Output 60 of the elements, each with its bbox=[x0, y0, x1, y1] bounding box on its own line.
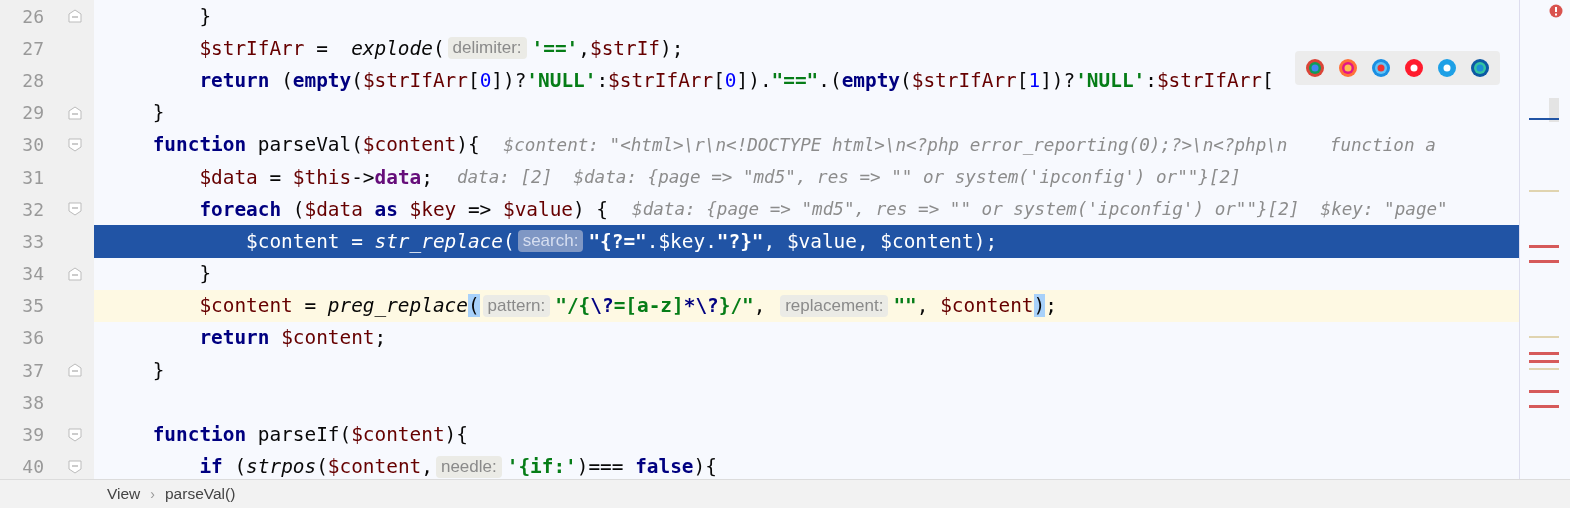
fold-icon[interactable] bbox=[68, 427, 82, 442]
line-number: 37 bbox=[21, 359, 44, 381]
code-text: '==',$strIf); bbox=[531, 36, 684, 60]
error-icon[interactable] bbox=[1549, 4, 1563, 18]
parameter-hint: delimiter: bbox=[447, 37, 527, 60]
code-text: foreach ($data as $key => $value) { bbox=[198, 197, 609, 221]
code-text: "", $content); bbox=[893, 294, 1057, 318]
line-number: 27 bbox=[21, 37, 44, 59]
breadcrumb[interactable]: View bbox=[107, 485, 141, 504]
code-text: function parseIf($content){ bbox=[151, 423, 468, 447]
debug-value: data: [2] $data: {page => "md5", res => "" or system('ipconfig') or""}[2] bbox=[456, 167, 1241, 188]
code-text: return (empty($strIfArr[0])?'NULL':$strIfArr[0])."==".(empty($strIfArr[1])?'NULL':$strIfArr[ bbox=[198, 68, 1274, 92]
line-number: 39 bbox=[21, 424, 44, 446]
line-number: 34 bbox=[21, 263, 44, 285]
fold-icon[interactable] bbox=[68, 9, 82, 24]
line-number: 40 bbox=[21, 456, 44, 478]
browser-icon[interactable] bbox=[1404, 58, 1424, 78]
parameter-hint: replacement: bbox=[780, 294, 889, 317]
code-text: } bbox=[198, 4, 212, 28]
line-number: 32 bbox=[21, 198, 44, 220]
fold-icon[interactable] bbox=[68, 105, 82, 120]
breadcrumb[interactable]: parseVal() bbox=[165, 485, 236, 504]
code-text: } bbox=[151, 358, 165, 382]
fold-icon[interactable] bbox=[68, 137, 82, 152]
line-number: 35 bbox=[21, 295, 44, 317]
parameter-hint: needle: bbox=[435, 455, 502, 478]
code-text: return $content; bbox=[198, 326, 387, 350]
browser-icon[interactable] bbox=[1338, 58, 1358, 78]
line-number: 36 bbox=[21, 327, 44, 349]
code-text: $content = preg_replace( bbox=[198, 294, 480, 318]
code-text: } bbox=[151, 101, 165, 125]
fold-icon[interactable] bbox=[68, 266, 82, 281]
code-text: if (strpos($content, bbox=[198, 455, 433, 479]
browser-icon[interactable] bbox=[1371, 58, 1391, 78]
code-text: "/{\?=[a-z]*\?}/", bbox=[555, 294, 767, 318]
browser-icon[interactable] bbox=[1437, 58, 1457, 78]
code-text: $content = str_replace( bbox=[245, 229, 515, 253]
code-text: $data = $this->data; bbox=[198, 165, 433, 189]
line-number: 31 bbox=[21, 166, 44, 188]
line-number: 29 bbox=[21, 102, 44, 124]
line-number: 30 bbox=[21, 134, 44, 156]
fold-icon[interactable] bbox=[68, 459, 82, 474]
code-text: "{?=".$key."?}", $value, $content); bbox=[588, 229, 998, 253]
line-number: 38 bbox=[21, 391, 44, 413]
code-text: '{if:')=== false){ bbox=[506, 455, 717, 479]
parameter-hint: search: bbox=[517, 230, 584, 253]
line-number: 33 bbox=[21, 230, 44, 252]
debug-value: $data: {page => "md5", res => "" or system('ipconfig') or""}[2] $key: "page" bbox=[632, 199, 1448, 220]
code-text: } bbox=[198, 262, 212, 286]
fold-icon[interactable] bbox=[68, 202, 82, 217]
debug-value: $content: "<html>\r\n<!DOCTYPE html>\n<?php error_reporting(0);?>\n<?php\n function a bbox=[503, 134, 1436, 155]
breadcrumb-separator: › bbox=[150, 486, 155, 503]
line-number: 28 bbox=[21, 69, 44, 91]
code-text: function parseVal($content){ bbox=[151, 133, 480, 157]
browser-icon[interactable] bbox=[1305, 58, 1325, 78]
fold-icon[interactable] bbox=[68, 363, 82, 378]
code-text: $strIfArr = explode( bbox=[198, 36, 445, 60]
browser-icon[interactable] bbox=[1470, 58, 1490, 78]
line-number: 26 bbox=[21, 5, 44, 27]
parameter-hint: pattern: bbox=[482, 294, 551, 317]
